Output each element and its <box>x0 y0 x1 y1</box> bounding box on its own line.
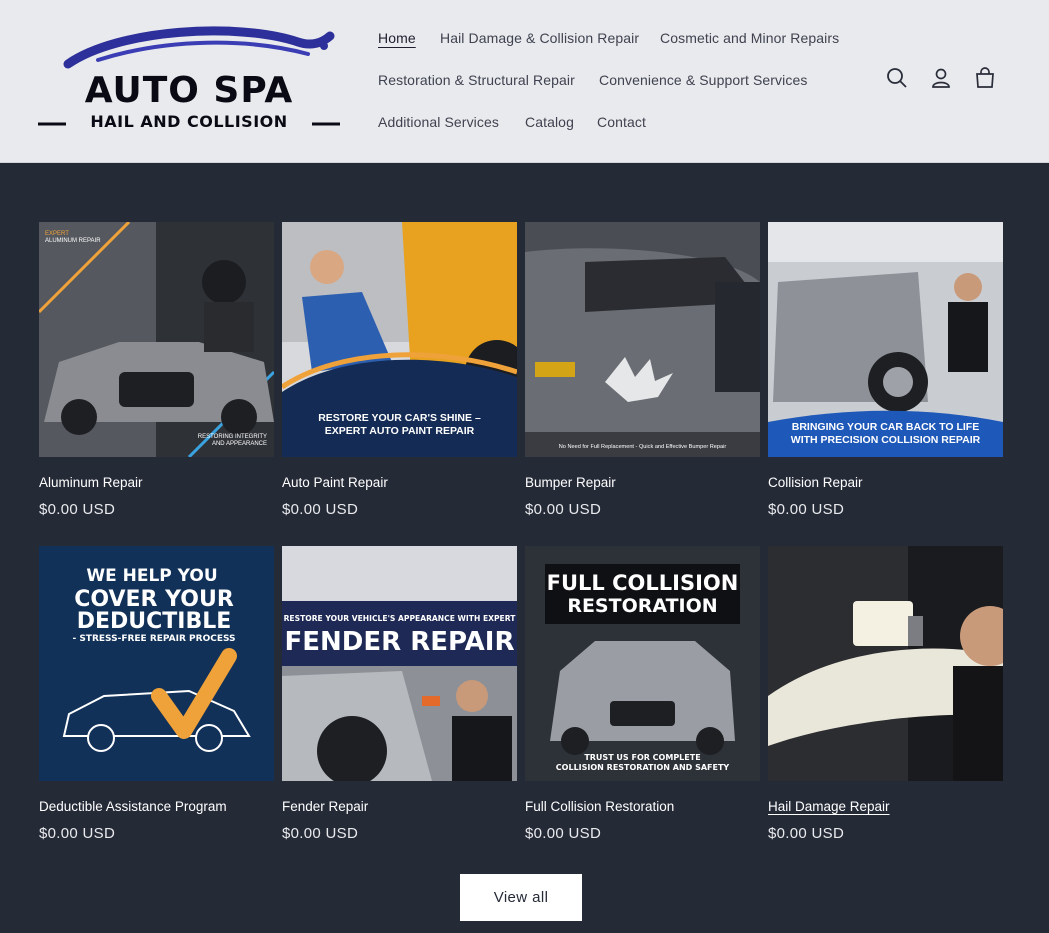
view-all-button[interactable]: View all <box>460 874 582 921</box>
product-image[interactable]: RESTORE YOUR CAR'S SHINE – EXPERT AUTO P… <box>282 222 517 457</box>
search-icon[interactable] <box>883 64 911 92</box>
product-price: $0.00 USD <box>768 501 845 518</box>
product-card[interactable]: EXPERT ALUMINUM REPAIR RESTORING INTEGRI… <box>39 222 274 518</box>
nav-restoration-structural[interactable]: Restoration & Structural Repair <box>378 72 575 88</box>
product-card[interactable]: No Need for Full Replacement - Quick and… <box>525 222 760 518</box>
image-caption: EXPERT <box>45 231 69 237</box>
logo-wordmark: AUTO SPA <box>84 70 294 111</box>
nav-hail-damage-collision[interactable]: Hail Damage & Collision Repair <box>440 30 639 46</box>
product-image[interactable] <box>768 546 1003 781</box>
nav-catalog[interactable]: Catalog <box>525 114 574 130</box>
image-caption: RESTORE YOUR VEHICLE'S APPEARANCE WITH E… <box>284 614 517 623</box>
product-card[interactable]: WE HELP YOU COVER YOUR DEDUCTIBLE - STRE… <box>39 546 274 842</box>
image-caption: FULL COLLISION <box>547 571 739 595</box>
product-title[interactable]: Deductible Assistance Program <box>39 799 274 814</box>
nav-home[interactable]: Home <box>378 30 416 46</box>
image-caption: WITH PRECISION COLLISION REPAIR <box>791 434 981 446</box>
product-image[interactable]: BRINGING YOUR CAR BACK TO LIFE WITH PREC… <box>768 222 1003 457</box>
product-image[interactable]: No Need for Full Replacement - Quick and… <box>525 222 760 457</box>
image-caption: AND APPEARANCE <box>212 441 267 447</box>
image-caption: WE HELP YOU <box>86 566 217 586</box>
product-image[interactable]: RESTORE YOUR VEHICLE'S APPEARANCE WITH E… <box>282 546 517 781</box>
product-card[interactable]: RESTORE YOUR CAR'S SHINE – EXPERT AUTO P… <box>282 222 517 518</box>
image-caption: - STRESS-FREE REPAIR PROCESS <box>72 634 235 644</box>
product-title[interactable]: Hail Damage Repair <box>768 799 1003 814</box>
image-caption: COLLISION RESTORATION AND SAFETY <box>556 763 730 772</box>
image-caption: FENDER REPAIR <box>285 627 515 657</box>
image-caption: BRINGING YOUR CAR BACK TO LIFE <box>792 421 979 433</box>
product-price: $0.00 USD <box>282 501 359 518</box>
nav-contact[interactable]: Contact <box>597 114 646 130</box>
product-image[interactable]: FULL COLLISION RESTORATION TRUST US FOR … <box>525 546 760 781</box>
product-title[interactable]: Auto Paint Repair <box>282 475 517 490</box>
product-title[interactable]: Aluminum Repair <box>39 475 274 490</box>
product-price: $0.00 USD <box>39 501 116 518</box>
product-price: $0.00 USD <box>39 825 116 842</box>
product-title[interactable]: Fender Repair <box>282 799 517 814</box>
image-caption: TRUST US FOR COMPLETE <box>584 753 700 762</box>
image-caption: EXPERT AUTO PAINT REPAIR <box>325 425 475 437</box>
image-caption: ALUMINUM REPAIR <box>45 238 101 244</box>
image-caption: DEDUCTIBLE <box>77 609 232 634</box>
nav-convenience-support[interactable]: Convenience & Support Services <box>599 72 807 88</box>
image-caption: RESTORATION <box>567 595 717 617</box>
nav-cosmetic-minor[interactable]: Cosmetic and Minor Repairs <box>660 30 839 46</box>
product-card[interactable]: RESTORE YOUR VEHICLE'S APPEARANCE WITH E… <box>282 546 517 842</box>
product-price: $0.00 USD <box>768 825 845 842</box>
product-image[interactable]: WE HELP YOU COVER YOUR DEDUCTIBLE - STRE… <box>39 546 274 781</box>
product-card[interactable]: BRINGING YOUR CAR BACK TO LIFE WITH PREC… <box>768 222 1003 518</box>
site-header: AUTO SPA HAIL AND COLLISION Home Hail Da… <box>0 0 1049 163</box>
product-image[interactable]: EXPERT ALUMINUM REPAIR RESTORING INTEGRI… <box>39 222 274 457</box>
cart-icon[interactable] <box>971 64 999 92</box>
product-price: $0.00 USD <box>525 501 602 518</box>
image-caption: No Need for Full Replacement - Quick and… <box>559 444 727 450</box>
product-card[interactable]: FULL COLLISION RESTORATION TRUST US FOR … <box>525 546 760 842</box>
product-card[interactable]: Hail Damage Repair $0.00 USD <box>768 546 1003 842</box>
image-caption: RESTORE YOUR CAR'S SHINE – <box>318 412 481 424</box>
product-price: $0.00 USD <box>282 825 359 842</box>
product-title[interactable]: Collision Repair <box>768 475 1003 490</box>
nav-additional-services[interactable]: Additional Services <box>378 114 499 130</box>
product-title[interactable]: Bumper Repair <box>525 475 760 490</box>
logo-tagline: HAIL AND COLLISION <box>90 112 288 131</box>
site-logo[interactable]: AUTO SPA HAIL AND COLLISION <box>38 24 340 136</box>
product-price: $0.00 USD <box>525 825 602 842</box>
account-icon[interactable] <box>927 64 955 92</box>
image-caption: RESTORING INTEGRITY <box>198 434 267 440</box>
product-title[interactable]: Full Collision Restoration <box>525 799 760 814</box>
